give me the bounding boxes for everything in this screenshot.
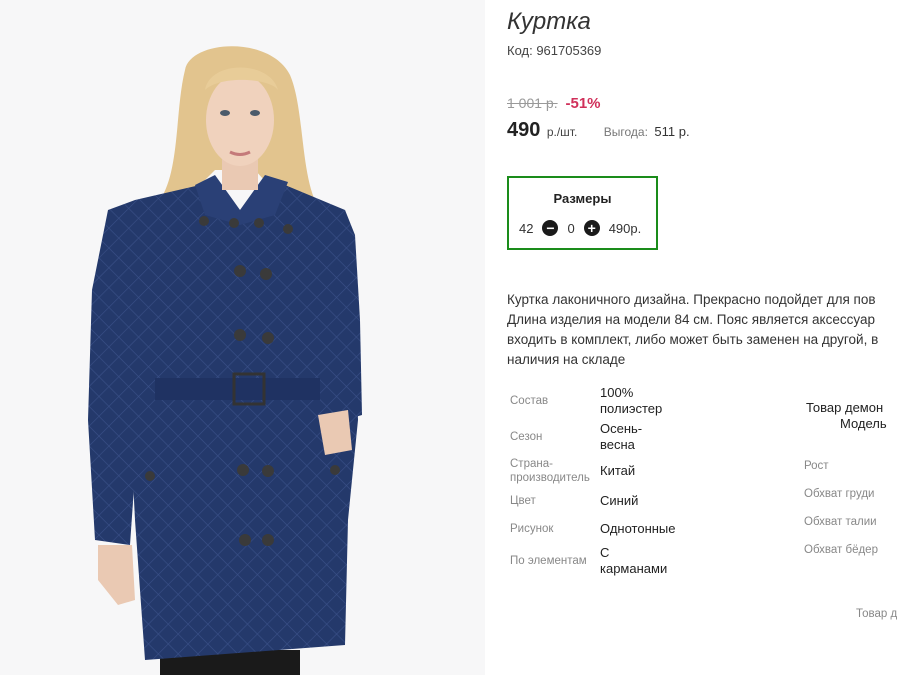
model-param-waist: Обхват талии (804, 516, 877, 528)
size-row-price: 490р. (608, 220, 642, 236)
product-code: Код: 961705369 (507, 43, 602, 58)
product-photo[interactable] (0, 0, 485, 675)
description-line: Куртка лаконичного дизайна. Прекрасно по… (507, 292, 876, 307)
attr-value-season: Осень-весна (600, 421, 643, 452)
attr-label-elements: По элементам (510, 555, 587, 567)
plus-circle-icon[interactable]: + (583, 220, 600, 236)
savings-value: 511 р. (654, 124, 690, 139)
attr-value-country: Китай (600, 463, 636, 478)
attr-value-elements: С карманами (600, 545, 668, 576)
sizes-box: Размеры 42 − 0 + 490р. (507, 176, 658, 250)
model-heading: Товар демон (806, 400, 884, 415)
attr-label-season: Сезон (510, 431, 543, 443)
price-unit: р./шт. (546, 125, 578, 139)
description-line: входить в комплект, либо может быть заме… (507, 332, 879, 347)
old-price: 1 001 р. (507, 95, 558, 111)
attr-value-composition: 100% полиэстер (600, 385, 663, 416)
model-param-hips: Обхват бёдер (804, 544, 878, 556)
attr-label-country: Страна-производитель (510, 458, 590, 484)
discount-badge: -51% (565, 95, 601, 112)
attr-label-color: Цвет (510, 495, 536, 507)
description-line: наличия на складе (507, 352, 626, 367)
model-wearing-jacket-image (88, 46, 362, 675)
size-value: 42 (519, 220, 534, 236)
savings-label: Выгода: (603, 125, 648, 139)
attr-label-pattern: Рисунок (510, 523, 554, 535)
description-line: Длина изделия на модели 84 см. Пояс явля… (507, 312, 875, 327)
current-price: 490 (507, 119, 541, 141)
model-heading-2: Модель (840, 416, 887, 431)
product-description: Куртка лаконичного дизайна. Прекрасно по… (507, 290, 897, 370)
attr-value-color: Синий (600, 493, 639, 508)
product-title: Куртка (507, 8, 591, 35)
minus-circle-icon[interactable]: − (542, 220, 559, 236)
model-footer: Товар д (856, 608, 897, 620)
size-row: 42 − 0 + 490р. (519, 220, 641, 236)
price-row: 490 р./шт. Выгода: 511 р. (507, 119, 690, 142)
old-price-row: 1 001 р. -51% (507, 95, 601, 112)
attr-label-composition: Состав (510, 395, 549, 407)
product-info: Куртка Код: 961705369 1 001 р. -51% 490 … (507, 0, 897, 675)
quantity-value: 0 (567, 220, 575, 236)
sizes-title: Размеры (553, 191, 612, 206)
model-param-height: Рост (804, 460, 829, 472)
model-param-chest: Обхват груди (804, 488, 875, 500)
attr-value-pattern: Однотонные (600, 521, 676, 536)
